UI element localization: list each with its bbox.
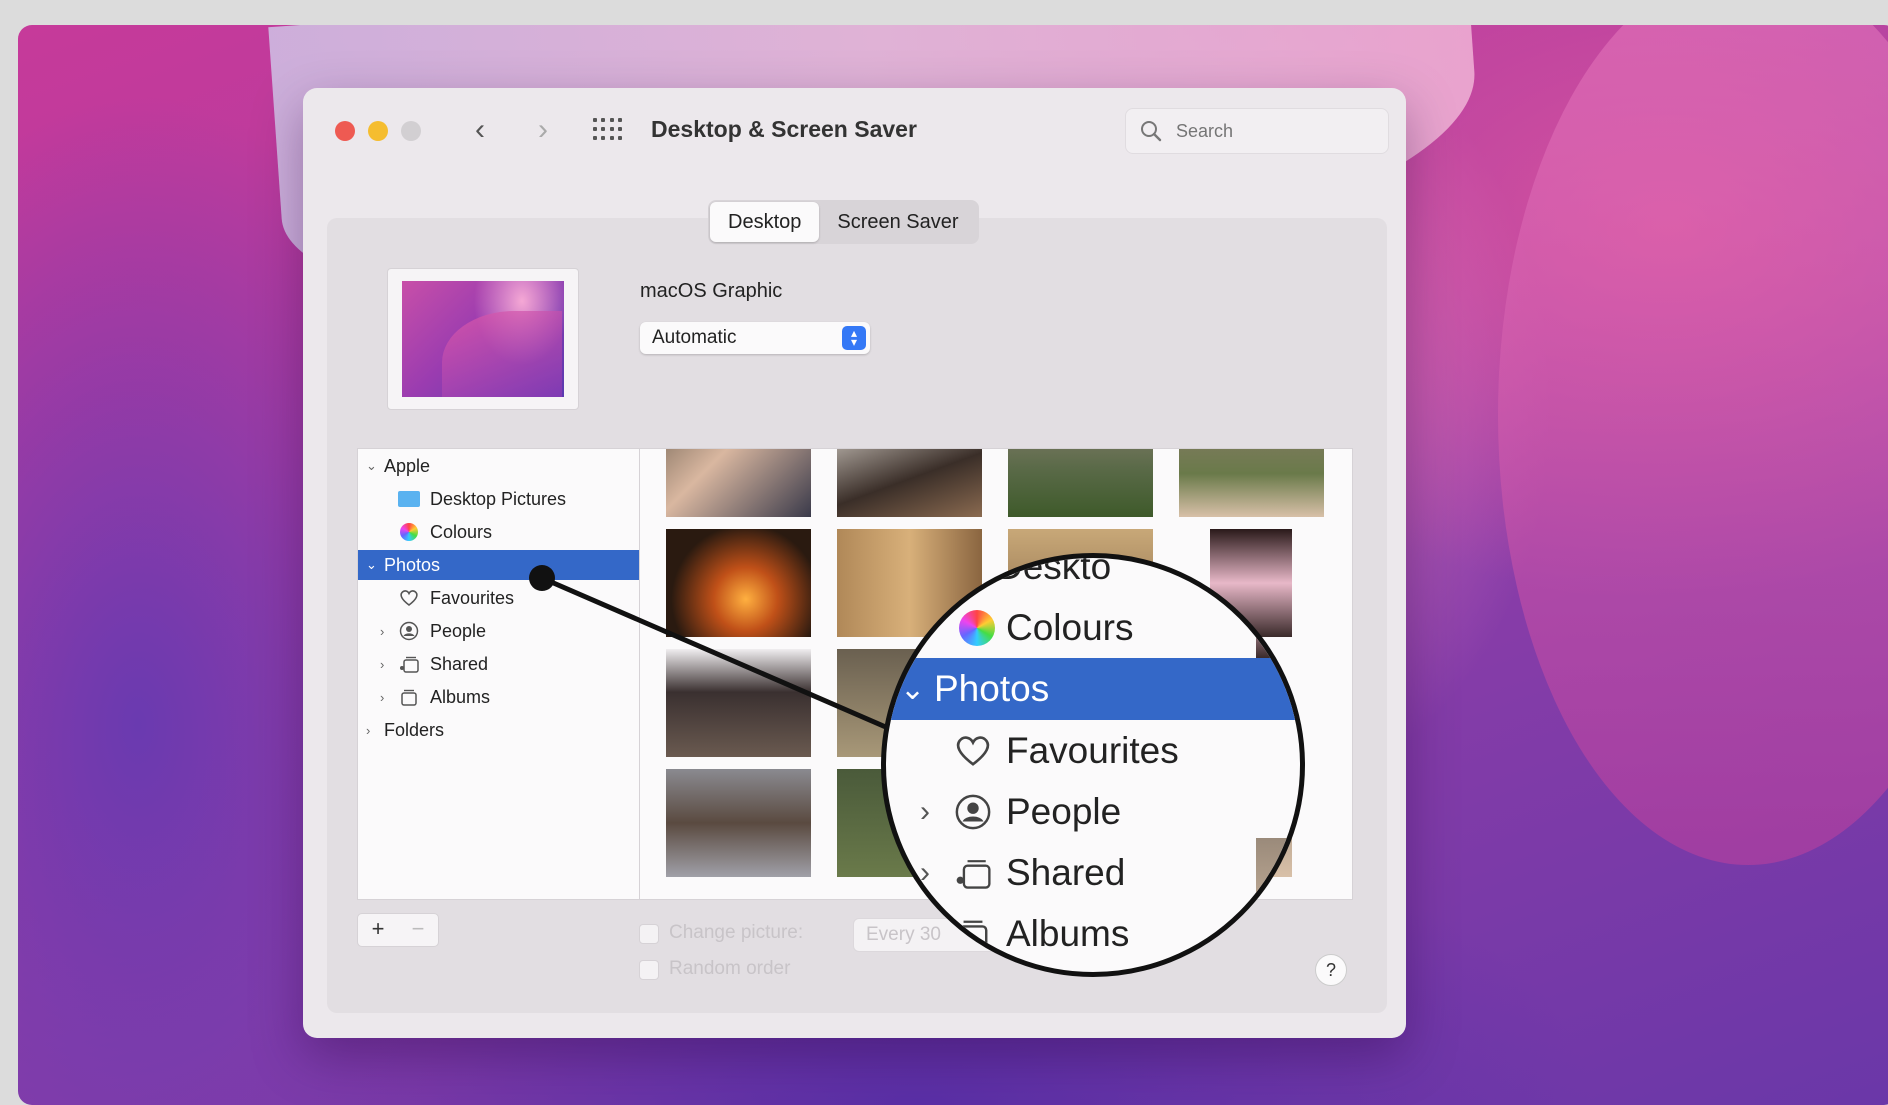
photo-thumbnail[interactable] [666,449,811,517]
sidebar-item-label: Albums [430,686,491,707]
zoom-button[interactable] [401,121,421,141]
photo-thumbnail[interactable] [1008,449,1153,517]
sidebar-item-label: Apple [384,455,431,476]
sidebar-item-albums[interactable]: › Albums [358,682,642,712]
sidebar-item-label: Favourites [430,587,515,608]
heart-icon [952,730,994,772]
photo-thumbnail[interactable] [1179,449,1324,517]
search-icon [1141,121,1162,142]
random-order-checkbox[interactable] [639,960,659,980]
chevron-right-icon: › [920,795,930,828]
album-stack-icon [952,913,994,955]
magnified-item-photos: ⌄ Photos [886,658,1300,720]
add-folder-button[interactable]: + [358,914,398,946]
chevron-left-icon: ‹ [475,113,485,146]
magnified-label: Favourites [1006,730,1179,771]
photo-thumbnail[interactable] [666,769,811,877]
photo-thumbnail[interactable] [666,649,811,757]
colour-wheel-icon [956,607,998,649]
magnified-item-shared: › Shared [886,842,1300,904]
magnified-item-albums: Albums [886,903,1300,965]
tab-control: Desktop Screen Saver [708,200,979,244]
magnified-item-favourites: Favourites [886,720,1300,782]
sidebar-item-favourites[interactable]: Favourites [358,583,642,613]
show-all-grid-icon[interactable] [593,118,623,142]
close-button[interactable] [335,121,355,141]
wallpaper-thumbnail [402,281,564,397]
back-button[interactable]: ‹ [462,110,498,150]
person-circle-icon [952,791,994,833]
magnified-label: People [1006,791,1122,832]
add-remove-control: + − [357,913,439,947]
chevron-right-icon[interactable]: › [380,624,384,639]
sidebar-item-folders[interactable]: › Folders [358,715,642,745]
forward-button[interactable]: › [525,110,561,150]
search-field[interactable] [1125,108,1389,154]
magnifier-callout: Deskto Colours ⌄ Photos Favourites › Peo… [881,553,1305,977]
appearance-mode-select[interactable]: Automatic ▴ ▾ [640,322,870,354]
shared-album-icon [952,852,994,894]
chevron-right-icon[interactable]: › [380,690,384,705]
folder-icon [398,490,420,508]
random-order-label: Random order [669,958,791,979]
photo-thumbnail[interactable] [837,449,982,517]
appearance-mode-value: Automatic [652,327,737,348]
shared-album-icon [398,655,420,673]
wallpaper-preview [387,268,579,410]
minimize-button[interactable] [368,121,388,141]
magnified-label: Deskto [996,553,1112,587]
chevron-right-icon[interactable]: › [366,723,370,738]
sidebar-item-label: Photos [384,554,441,575]
magnified-label: Colours [1006,607,1134,648]
wallpaper-glow [1498,25,1888,865]
magnified-label: Shared [1006,852,1126,893]
sidebar-item-label: Folders [384,719,445,740]
wallpaper-name: macOS Graphic [640,280,783,302]
colour-wheel-icon [398,523,420,541]
source-list: ⌄ Apple Desktop Pictures Colours ⌄ Photo… [357,448,643,900]
title-bar: ‹ › Desktop & Screen Saver [303,88,1406,178]
sidebar-item-label: Colours [430,521,493,542]
change-picture-checkbox[interactable] [639,924,659,944]
sidebar-item-apple[interactable]: ⌄ Apple [358,451,642,481]
folder-icon [956,558,998,588]
album-stack-icon [398,688,420,706]
chevron-right-icon: › [538,113,548,146]
magnified-item-desktop: Deskto [886,553,1300,598]
window-title: Desktop & Screen Saver [651,116,917,142]
chevron-right-icon[interactable]: › [380,657,384,672]
sidebar-item-label: Shared [430,653,489,674]
sidebar-item-shared[interactable]: › Shared [358,649,642,679]
magnified-label: Photos [934,668,1050,709]
tab-desktop[interactable]: Desktop [710,202,820,242]
heart-icon [398,589,420,607]
chevron-right-icon: › [920,856,930,889]
sidebar-item-label: Desktop Pictures [430,488,567,509]
chevron-down-icon[interactable]: ⌄ [366,557,377,573]
remove-folder-button[interactable]: − [398,914,438,946]
sidebar-item-people[interactable]: › People [358,616,642,646]
sidebar-item-photos[interactable]: ⌄ Photos [358,550,642,580]
help-button[interactable]: ? [1315,954,1347,986]
sidebar-item-desktop-pictures[interactable]: Desktop Pictures [358,484,642,514]
search-input[interactable] [1174,117,1378,145]
change-picture-label: Change picture: [669,922,804,943]
chevron-down-icon[interactable]: ⌄ [366,458,377,474]
tab-screen-saver[interactable]: Screen Saver [819,202,976,242]
photo-thumbnail[interactable] [666,529,811,637]
sidebar-item-label: People [430,620,487,641]
person-circle-icon [398,621,420,641]
magnified-item-people: › People [886,781,1300,843]
sidebar-item-colours[interactable]: Colours [358,517,642,547]
chevron-down-icon: ⌄ [900,672,926,706]
magnified-label: Albums [1006,913,1130,954]
updown-chevron-icon: ▴ ▾ [842,326,866,350]
magnified-item-colours: Colours [886,597,1300,659]
